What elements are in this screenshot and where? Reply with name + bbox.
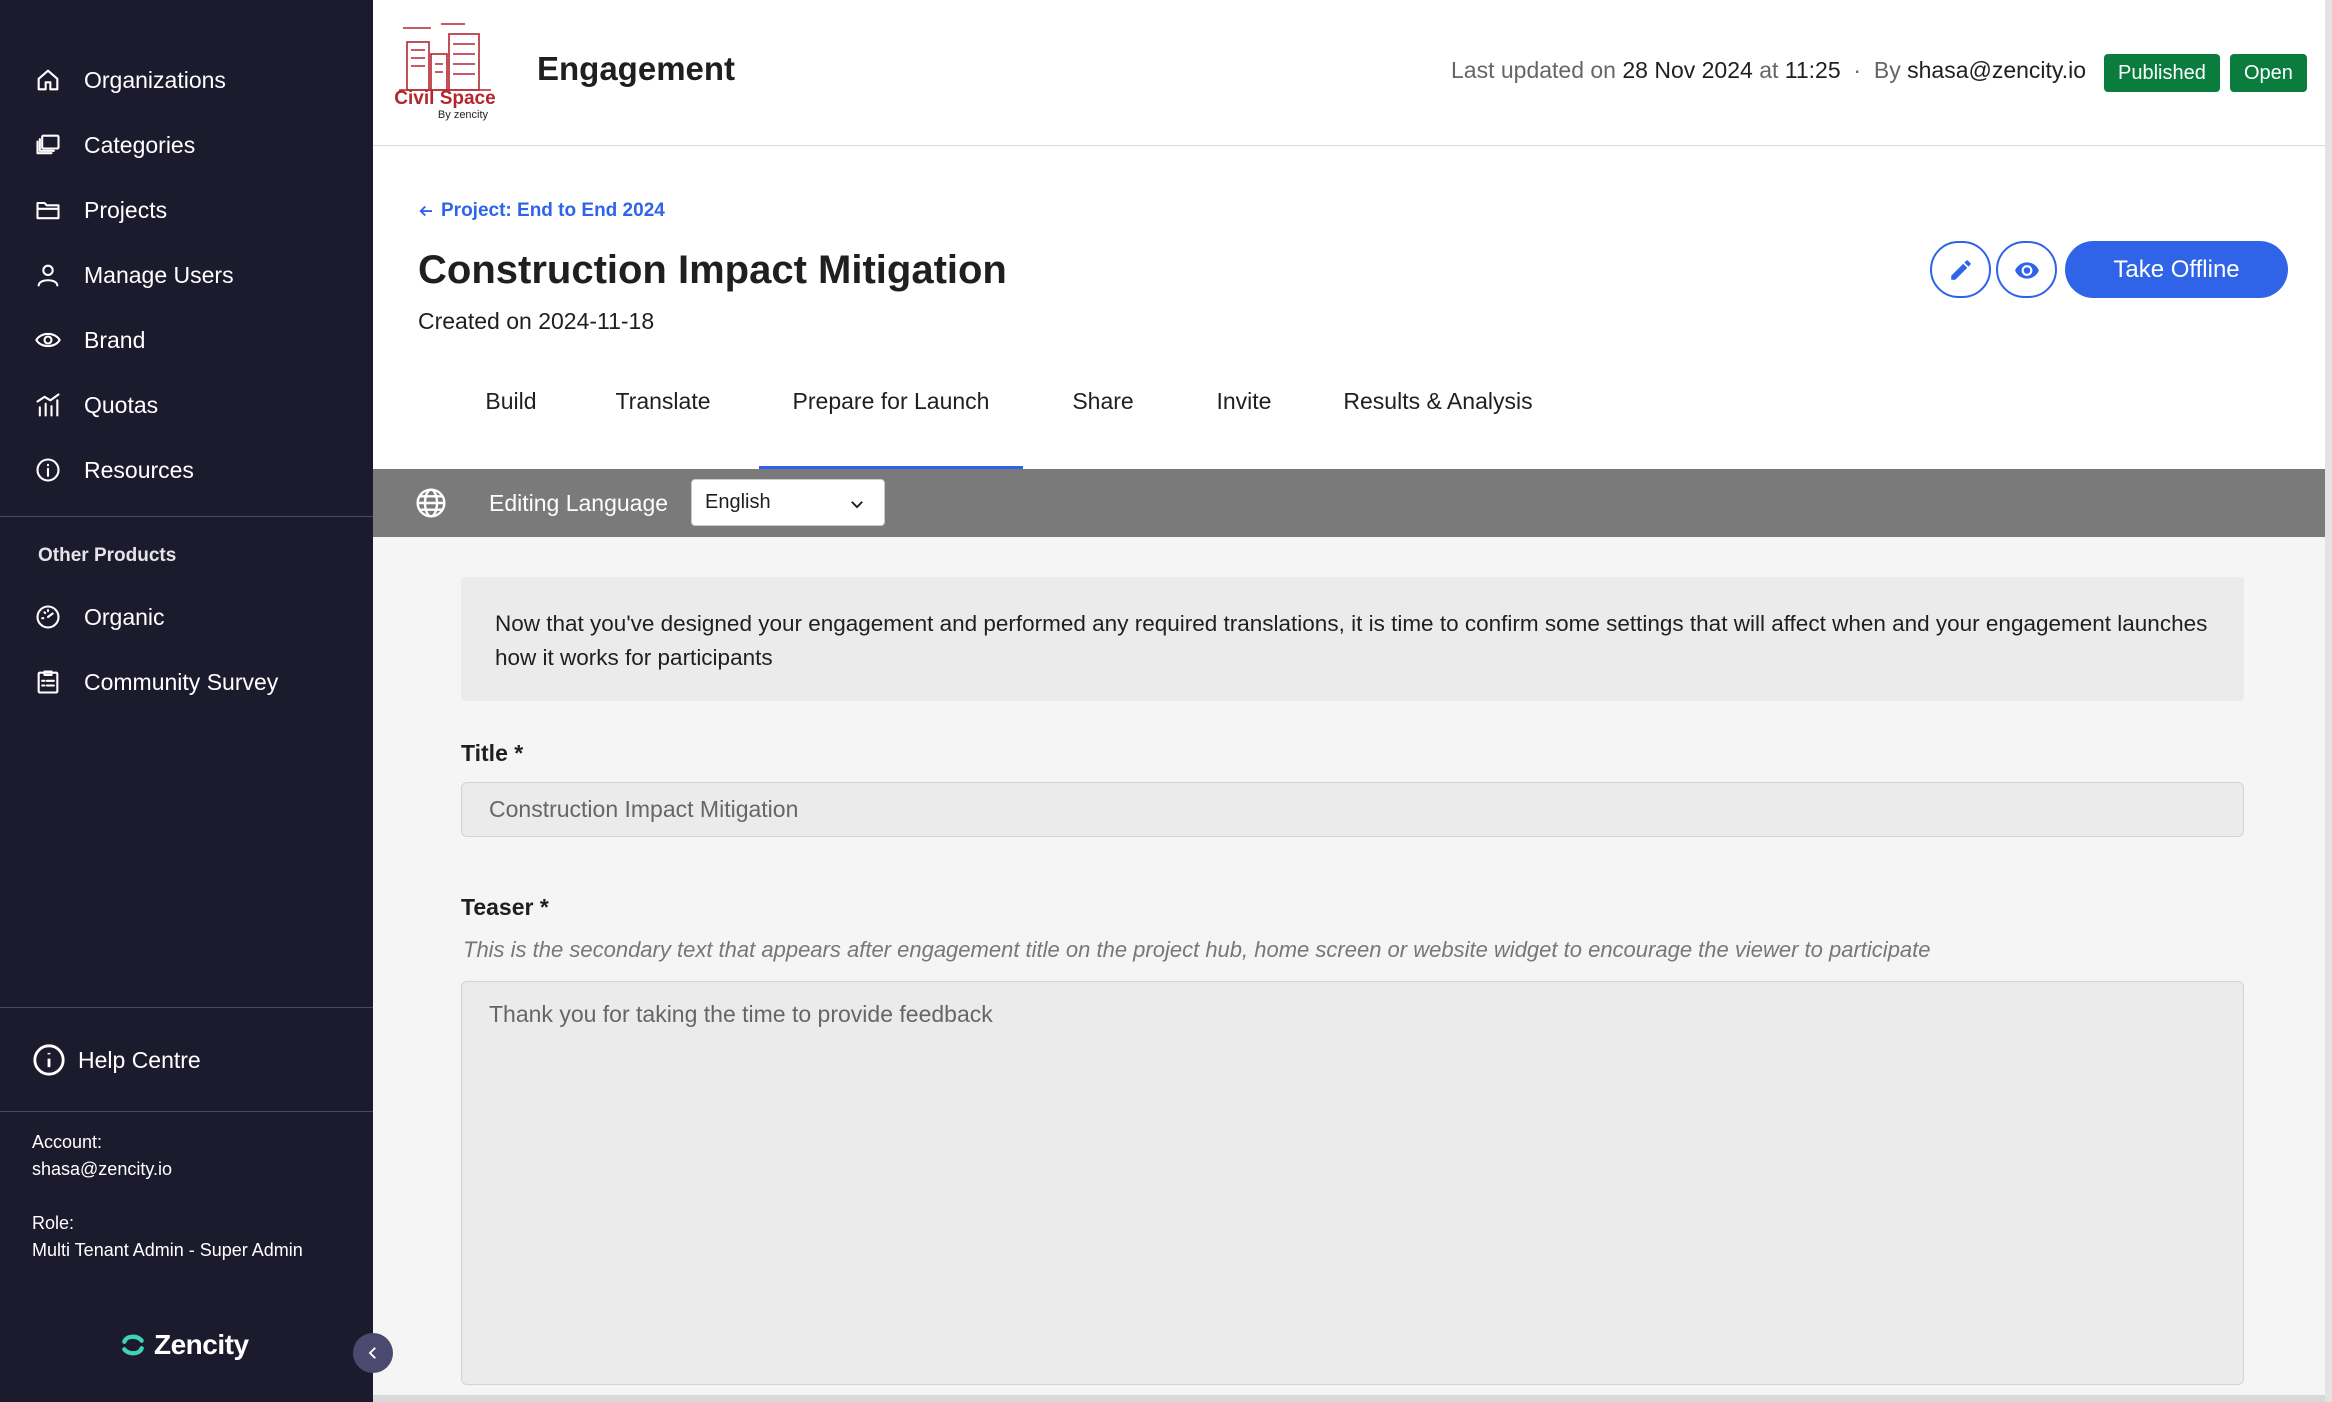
zencity-mark-icon [122,1334,144,1356]
clipboard-icon [32,666,64,698]
sidebar-item-label: Resources [84,456,194,483]
take-offline-button[interactable]: Take Offline [2065,241,2288,298]
civil-space-logo: Civil Space By zencity [394,23,496,121]
sidebar-item-projects[interactable]: Projects [32,185,167,235]
teaser-field-label: Teaser * [461,894,549,920]
user-icon [32,259,64,291]
sidebar-item-label: Brand [84,326,146,353]
meta-by: By [1873,57,1901,83]
editing-language-bar: Editing Language English [373,469,2332,537]
teaser-hint: This is the secondary text that appears … [463,937,1931,962]
meta-separator: · [1853,57,1862,83]
collapse-sidebar-button[interactable] [353,1333,393,1373]
horizontal-scrollbar[interactable] [373,1395,2332,1402]
sidebar-divider [0,1111,373,1112]
info-message: Now that you've designed your engagement… [461,577,2244,701]
chevron-down-icon [851,501,863,509]
status-badge-published: Published [2104,54,2220,92]
title-input[interactable]: Construction Impact Mitigation [461,782,2244,837]
help-centre-link[interactable]: Help Centre [32,1037,201,1083]
sidebar-item-community-survey[interactable]: Community Survey [32,657,278,707]
sidebar-item-brand[interactable]: Brand [32,315,145,365]
last-updated-meta: Last updated on 28 Nov 2024 at 11:25 · B… [1451,57,2086,84]
sidebar-divider [0,1007,373,1008]
language-select[interactable]: English [691,479,885,526]
help-centre-label: Help Centre [78,1046,201,1073]
sidebar-divider [0,516,373,517]
bar-chart-icon [32,389,64,421]
sidebar-item-label: Projects [84,196,168,223]
edit-button[interactable] [1930,241,1991,298]
engagement-header: Project: End to End 2024 Construction Im… [373,146,2332,469]
top-header: Civil Space By zencity Engagement Last u… [373,0,2332,146]
sidebar: Organizations Categories Projects Manage… [0,0,373,1402]
account-value: shasa@zencity.io [32,1159,173,1179]
meta-user: shasa@zencity.io [1907,57,2086,83]
other-products-heading: Other Products [38,545,177,566]
language-select-value: English [705,491,771,513]
teaser-textarea[interactable]: Thank you for taking the time to provide… [461,981,2244,1385]
info-icon [33,1044,65,1076]
zencity-logo-text: Zencity [154,1329,249,1360]
stack-icon [32,129,64,161]
sidebar-item-quotas[interactable]: Quotas [32,380,158,430]
chevron-left-icon [368,1347,376,1359]
status-badge-open: Open [2230,54,2307,92]
title-field-label: Title * [461,740,524,766]
sidebar-item-resources[interactable]: Resources [32,445,194,495]
sidebar-item-organic[interactable]: Organic [32,592,165,642]
header-title: Engagement [537,50,736,87]
vertical-scrollbar[interactable] [2325,0,2332,1402]
sidebar-item-label: Categories [84,131,196,158]
folder-icon [32,194,64,226]
eye-icon [32,324,64,356]
role-value: Multi Tenant Admin - Super Admin [32,1240,303,1260]
back-to-project-link[interactable]: Project: End to End 2024 [417,200,665,222]
meta-time: 11:25 [1784,57,1841,83]
sidebar-item-organizations[interactable]: Organizations [32,55,226,105]
created-date: Created on 2024-11-18 [418,308,655,334]
sidebar-item-label: Organizations [84,66,226,93]
preview-button[interactable] [1996,241,2057,298]
tab-prepare-for-launch[interactable]: Prepare for Launch [759,388,1023,469]
zencity-logo: Zencity [120,1329,249,1361]
meta-prefix: Last updated on [1451,57,1616,83]
tab-results-analysis[interactable]: Results & Analysis [1331,388,1545,469]
meta-date: 28 Nov 2024 [1622,57,1753,83]
logo-subtext: By zencity [438,109,489,121]
arrow-left-icon [419,205,432,217]
account-label: Account: [32,1132,103,1152]
page-title: Construction Impact Mitigation [418,248,1007,292]
logo-text: Civil Space [394,88,495,109]
tab-share[interactable]: Share [1048,388,1158,469]
back-link-label: Project: End to End 2024 [441,200,665,221]
sidebar-item-label: Manage Users [84,261,234,288]
editing-language-label: Editing Language [489,490,669,516]
sidebar-item-label: Organic [84,603,165,630]
meta-at: at [1759,57,1779,83]
sidebar-item-manage-users[interactable]: Manage Users [32,250,234,300]
tab-translate[interactable]: Translate [593,388,733,469]
gauge-icon [32,601,64,633]
sidebar-item-categories[interactable]: Categories [32,120,195,170]
tab-build[interactable]: Build [461,388,561,469]
info-icon [32,454,64,486]
globe-icon [416,488,446,518]
sidebar-item-label: Community Survey [84,668,279,695]
pencil-icon [1950,259,1971,280]
eye-icon [2014,261,2039,279]
home-icon [32,64,64,96]
sidebar-item-label: Quotas [84,391,159,418]
tab-invite[interactable]: Invite [1189,388,1299,469]
role-label: Role: [32,1213,75,1233]
